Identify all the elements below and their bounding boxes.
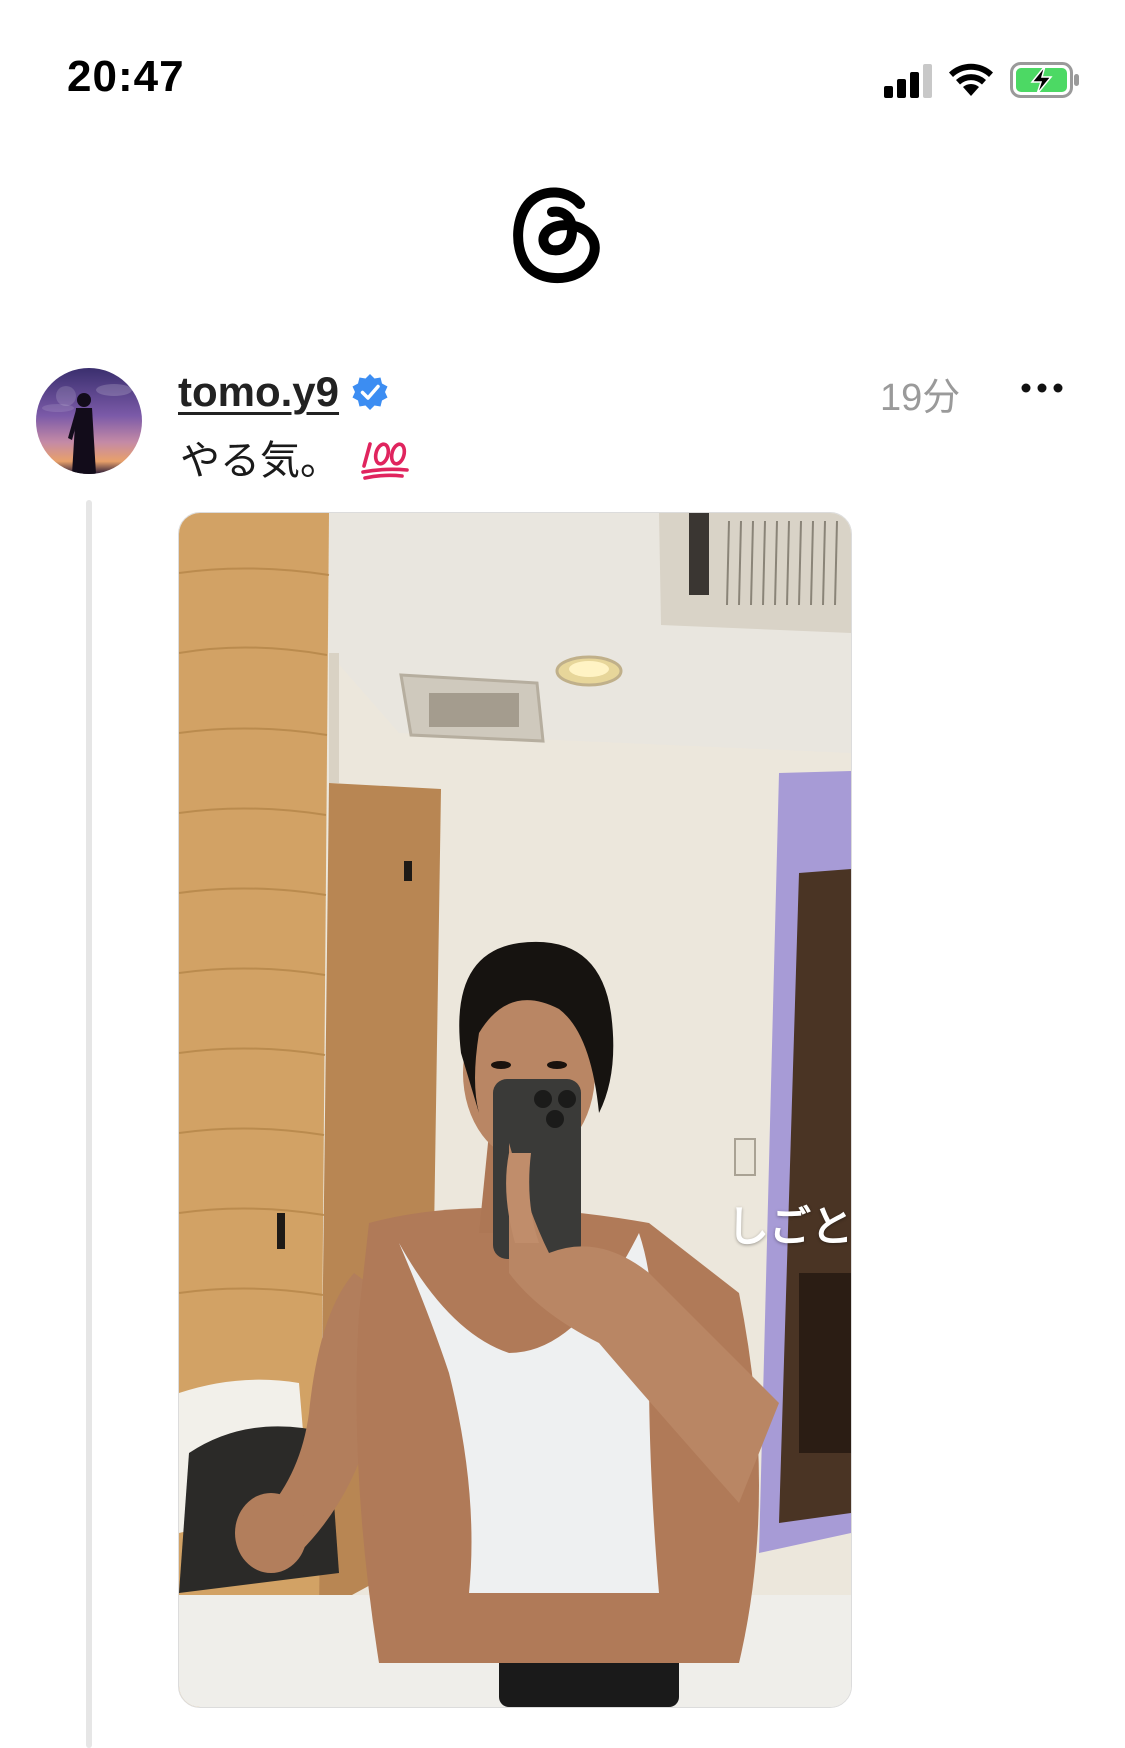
post-image[interactable]: しごと: [178, 512, 852, 1708]
more-options-icon[interactable]: [1020, 374, 1064, 402]
hundred-points-icon: [361, 442, 409, 480]
threads-logo-icon[interactable]: [510, 182, 602, 286]
cellular-signal-icon: [884, 64, 932, 98]
status-time: 20:47: [67, 52, 185, 101]
avatar[interactable]: [36, 368, 142, 474]
post-text: やる気。: [180, 439, 340, 483]
username[interactable]: tomo.y9: [178, 368, 339, 416]
battery-charging-icon: [1010, 62, 1079, 98]
thread-line: [86, 500, 92, 1748]
post-header: tomo.y9: [178, 364, 389, 420]
image-caption: しごと: [727, 1203, 852, 1250]
verified-badge-icon: [352, 374, 388, 410]
post-text-row: やる気。: [180, 428, 410, 486]
post-timestamp: 19分: [880, 377, 961, 419]
status-bar: 20:47: [0, 0, 1125, 150]
mirror-selfie-photo: [179, 513, 851, 1707]
wifi-icon: [949, 63, 993, 96]
